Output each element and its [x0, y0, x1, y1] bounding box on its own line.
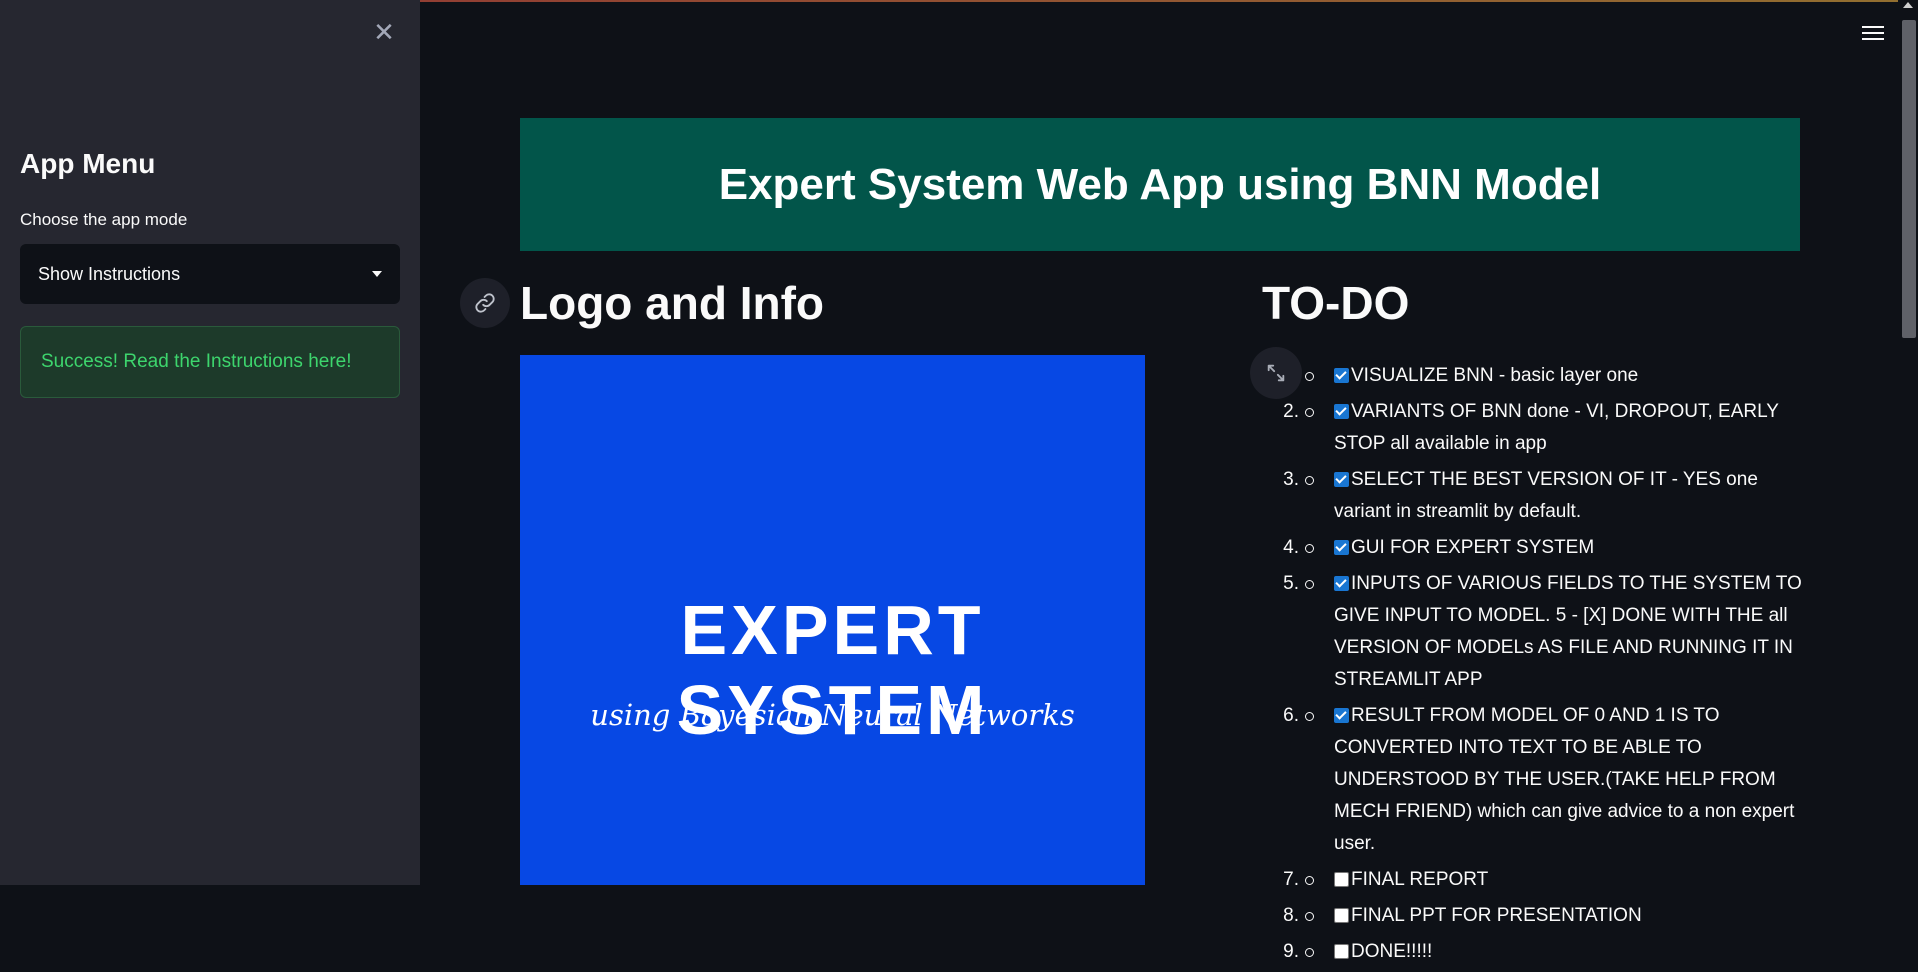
- todo-item-number: 8.: [1283, 905, 1299, 926]
- sidebar-title: App Menu: [20, 148, 156, 179]
- close-sidebar-button[interactable]: ✕: [368, 16, 400, 48]
- app-mode-selected-value: Show Instructions: [38, 263, 181, 284]
- todo-item-text: SELECT THE BEST VERSION OF IT - YES one …: [1334, 469, 1758, 522]
- link-icon: [475, 293, 495, 313]
- success-alert: Success! Read the Instructions here!: [20, 326, 400, 398]
- success-message: Success! Read the Instructions here!: [41, 351, 352, 372]
- bullet-circle-icon: [1305, 476, 1314, 485]
- hamburger-menu-icon: [1862, 26, 1884, 28]
- logo-subtitle-text: using Bayesian Neural Networks: [590, 698, 1075, 732]
- bullet-circle-icon: [1305, 580, 1314, 589]
- todo-item: 8. FINAL PPT FOR PRESENTATION: [1262, 900, 1802, 932]
- todo-item-text: GUI FOR EXPERT SYSTEM: [1351, 537, 1595, 558]
- bullet-circle-icon: [1305, 372, 1314, 381]
- hamburger-menu-button[interactable]: [1862, 22, 1884, 42]
- todo-list: VISUALIZE BNN - basic layer one 2. VARIANT…: [1262, 360, 1802, 972]
- checkbox-unchecked[interactable]: [1334, 908, 1349, 923]
- checkbox-checked[interactable]: [1334, 708, 1349, 723]
- scrollbar-thumb[interactable]: [1902, 20, 1916, 338]
- todo-item-number: 3.: [1283, 469, 1299, 490]
- bullet-circle-icon: [1305, 408, 1314, 417]
- scroll-up-arrow-icon[interactable]: [1903, 2, 1913, 8]
- bullet-circle-icon: [1305, 912, 1314, 921]
- todo-item-text: DONE!!!!!: [1351, 941, 1433, 962]
- bullet-circle-icon: [1305, 948, 1314, 957]
- sidebar: ✕ App Menu Choose the app mode Show Inst…: [0, 0, 420, 885]
- logo-section-heading: Logo and Info: [520, 277, 825, 329]
- app-mode-label: Choose the app mode: [20, 210, 188, 229]
- logo-image: EXPERT SYSTEM using Bayesian Neural Netw…: [520, 355, 1145, 885]
- todo-item-text: FINAL PPT FOR PRESENTATION: [1351, 905, 1642, 926]
- bullet-circle-icon: [1305, 876, 1314, 885]
- checkbox-checked[interactable]: [1334, 472, 1349, 487]
- todo-item: 2. VARIANTS OF BNN done - VI, DROPOUT, EA…: [1262, 396, 1802, 460]
- app-mode-select[interactable]: Show Instructions: [20, 244, 400, 304]
- anchor-link-button[interactable]: [460, 278, 510, 328]
- todo-item: VISUALIZE BNN - basic layer one: [1262, 360, 1802, 392]
- checkbox-checked[interactable]: [1334, 540, 1349, 555]
- todo-item-number: 5.: [1283, 573, 1299, 594]
- todo-item: 7. FINAL REPORT: [1262, 864, 1802, 896]
- checkbox-checked[interactable]: [1334, 576, 1349, 591]
- todo-item: 9. DONE!!!!!: [1262, 936, 1802, 968]
- todo-item: 6. RESULT FROM MODEL OF 0 AND 1 IS TO CON…: [1262, 700, 1802, 860]
- close-icon: ✕: [373, 17, 395, 47]
- todo-item-text: RESULT FROM MODEL OF 0 AND 1 IS TO CONVE…: [1334, 705, 1795, 854]
- todo-item-number: 9.: [1283, 941, 1299, 962]
- bullet-circle-icon: [1305, 712, 1314, 721]
- page-title: Expert System Web App using BNN Model: [718, 159, 1602, 209]
- checkbox-checked[interactable]: [1334, 368, 1349, 383]
- todo-item-number: 4.: [1283, 537, 1299, 558]
- todo-item-text: VARIANTS OF BNN done - VI, DROPOUT, EARL…: [1334, 401, 1779, 454]
- todo-item-text: VISUALIZE BNN - basic layer one: [1351, 365, 1639, 386]
- todo-item-text: INPUTS OF VARIOUS FIELDS TO THE SYSTEM T…: [1334, 573, 1802, 690]
- todo-item: 3. SELECT THE BEST VERSION OF IT - YES on…: [1262, 464, 1802, 528]
- bullet-circle-icon: [1305, 544, 1314, 553]
- todo-item-number: 7.: [1283, 869, 1299, 890]
- chevron-down-icon: [372, 271, 382, 277]
- checkbox-unchecked[interactable]: [1334, 944, 1349, 959]
- todo-item-number: 2.: [1283, 401, 1299, 422]
- todo-item-number: 6.: [1283, 705, 1299, 726]
- todo-item-text: FINAL REPORT: [1351, 869, 1489, 890]
- todo-heading: TO-DO: [1262, 277, 1410, 329]
- todo-item: 5. INPUTS OF VARIOUS FIELDS TO THE SYSTEM…: [1262, 568, 1802, 696]
- todo-item: 4. GUI FOR EXPERT SYSTEM: [1262, 532, 1802, 564]
- header-banner: Expert System Web App using BNN Model: [520, 118, 1800, 251]
- checkbox-checked[interactable]: [1334, 404, 1349, 419]
